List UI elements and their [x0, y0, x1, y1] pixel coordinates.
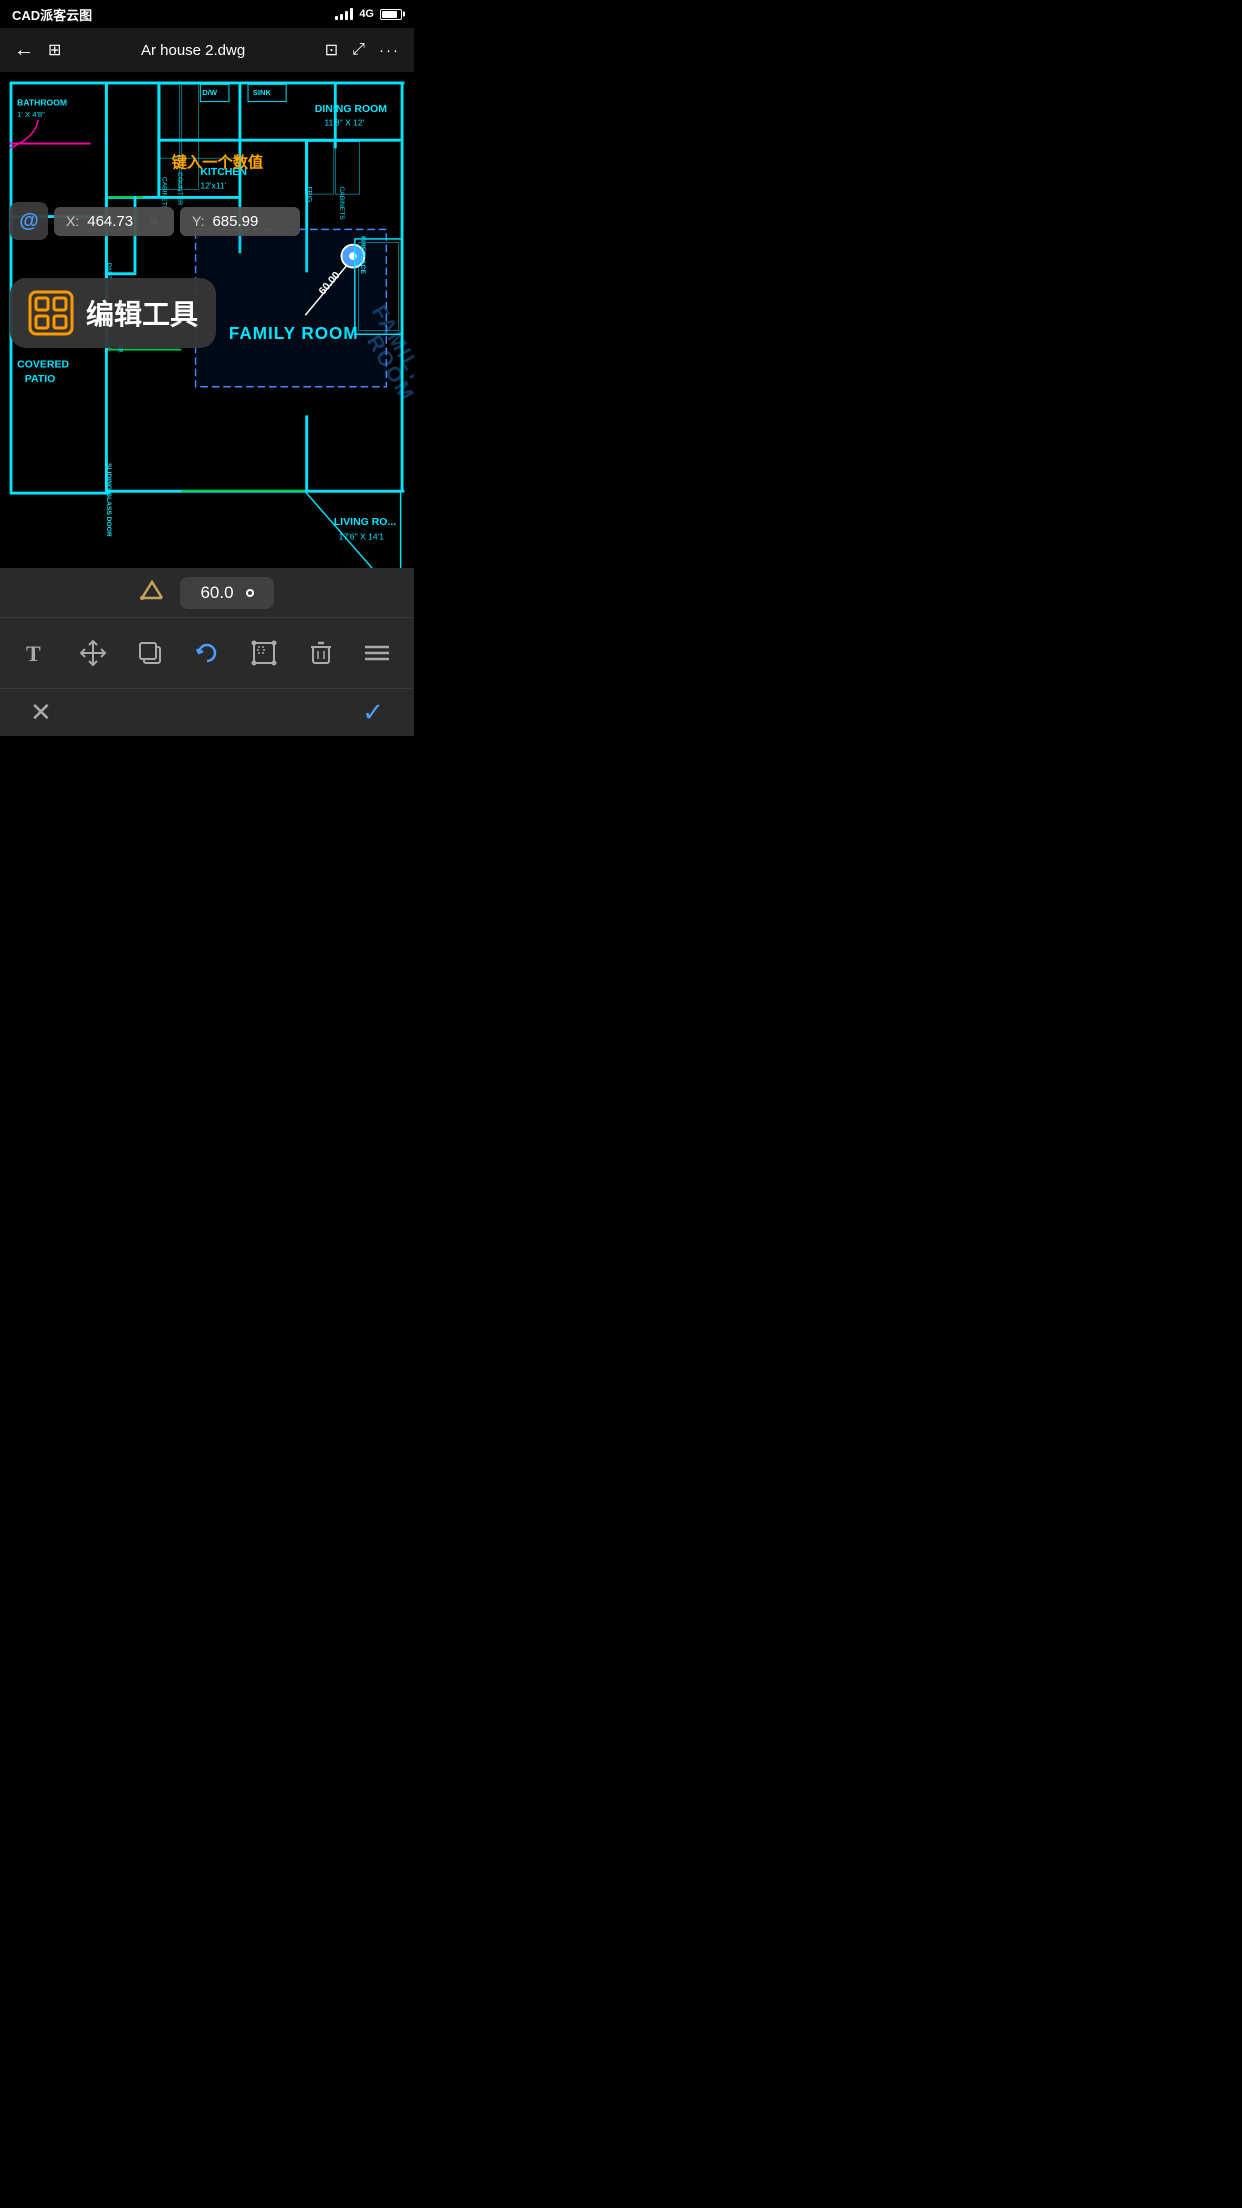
tools-row: T [0, 618, 414, 688]
app-name: CAD派客云图 [12, 5, 92, 24]
toolbar-right: ⊡ ⤢ ··· [325, 40, 400, 60]
svg-text:FIREPLACE: FIREPLACE [359, 236, 366, 274]
expand-button[interactable]: ⤢ [352, 41, 365, 59]
svg-text:SLIDING GLASS DOOR: SLIDING GLASS DOOR [105, 463, 112, 537]
at-button[interactable]: @ [10, 202, 48, 240]
move-tool-button[interactable] [71, 631, 115, 675]
status-right: 4G [335, 8, 402, 20]
action-bar: ✕ ✓ [0, 688, 414, 736]
more-button[interactable]: ··· [379, 42, 400, 59]
toolbar-left: ← ⊞ [14, 39, 61, 62]
svg-text:DINING ROOM: DINING ROOM [315, 104, 387, 115]
more-tools-button[interactable] [355, 631, 399, 675]
svg-text:11'8" X 12': 11'8" X 12' [324, 117, 364, 127]
y-coord-field[interactable]: Y: 685.99 [180, 207, 300, 236]
network-label: 4G [359, 8, 374, 20]
toolbar: ← ⊞ Ar house 2.dwg ⊡ ⤢ ··· [0, 28, 414, 72]
frame-button[interactable]: ⊡ [325, 40, 338, 60]
angle-value-box[interactable]: 60.0 [180, 577, 273, 609]
scale-tool-button[interactable] [242, 631, 286, 675]
svg-text:LIVING RO...: LIVING RO... [334, 517, 396, 528]
angle-value: 60.0 [200, 583, 233, 603]
degree-icon [246, 589, 254, 597]
svg-text:12'x11': 12'x11' [200, 180, 226, 190]
svg-text:T: T [26, 641, 41, 666]
back-button[interactable]: ← [14, 39, 34, 62]
confirm-button[interactable]: ✓ [362, 697, 384, 728]
x-label: X: [66, 213, 79, 229]
delete-tool-button[interactable] [299, 631, 343, 675]
battery-icon [380, 9, 402, 20]
copy-tool-button[interactable] [128, 631, 172, 675]
svg-text:17'6" X 14'1: 17'6" X 14'1 [339, 531, 385, 541]
coord-bar: @ X: 464.73 Y: 685.99 [10, 202, 414, 240]
cad-canvas[interactable]: N FAMILY ROOM FAMILY ROOM 60.00 [0, 72, 414, 568]
rotate-tool-button[interactable] [185, 631, 229, 675]
status-bar: CAD派客云图 4G [0, 0, 414, 28]
svg-text:键入一个数值: 键入一个数值 [171, 153, 264, 171]
y-value: 685.99 [212, 213, 258, 230]
edit-tools-icon [28, 290, 74, 336]
bottom-panel: 60.0 T [0, 568, 414, 736]
signal-icon [335, 8, 353, 20]
svg-text:1' X 4'8": 1' X 4'8" [17, 110, 45, 119]
svg-text:PATIO: PATIO [25, 374, 55, 385]
text-tool-button[interactable]: T [14, 631, 58, 675]
edit-tools-label: 编辑工具 [86, 293, 198, 333]
settings-button[interactable]: ⊞ [48, 40, 61, 60]
x-coord-field[interactable]: X: 464.73 [54, 207, 174, 236]
cancel-button[interactable]: ✕ [30, 697, 52, 728]
svg-text:D/W: D/W [202, 88, 218, 97]
x-value: 464.73 [87, 213, 133, 230]
svg-text:FRIG: FRIG [306, 186, 313, 202]
svg-text:FAMILY ROOM: FAMILY ROOM [229, 323, 359, 343]
svg-text:SINK: SINK [253, 88, 272, 97]
angle-row: 60.0 [0, 568, 414, 618]
angle-icon [140, 578, 164, 608]
edit-tools-badge[interactable]: 编辑工具 [10, 278, 216, 348]
svg-text:BATHROOM: BATHROOM [17, 97, 67, 107]
file-title: Ar house 2.dwg [141, 42, 245, 59]
y-label: Y: [192, 213, 204, 229]
svg-text:COUNTER: COUNTER [176, 172, 183, 205]
svg-text:COVERED: COVERED [17, 360, 69, 371]
